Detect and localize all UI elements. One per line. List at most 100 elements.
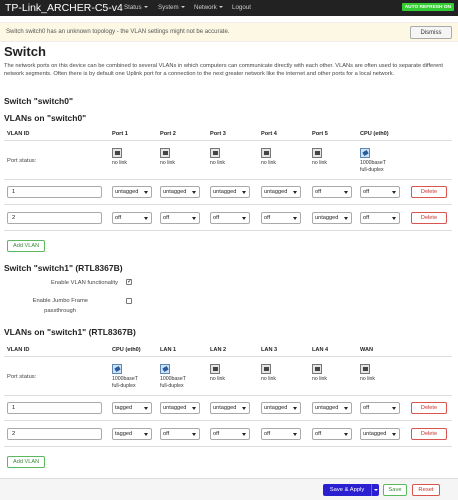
alert-message: Switch switch0 has an unknown topology -… xyxy=(6,29,230,35)
port-status-line1: no link xyxy=(312,160,327,166)
divider xyxy=(4,140,452,141)
port-mode-select[interactable]: untagged xyxy=(261,186,301,198)
port-mode-select[interactable]: untagged xyxy=(312,212,352,224)
switch0-vlans-heading: VLANs on "switch0" xyxy=(4,113,87,123)
port-status-cell: no link xyxy=(312,364,352,383)
menu-system[interactable]: System xyxy=(158,4,185,11)
port-status-line1: 1000baseT xyxy=(112,376,138,382)
divider xyxy=(4,356,452,357)
divider xyxy=(4,204,452,205)
port-mode-select[interactable]: tagged xyxy=(112,428,152,440)
ethernet-port-icon xyxy=(312,364,322,374)
delete-vlan-button[interactable]: Delete xyxy=(411,402,447,414)
reset-button[interactable]: Reset xyxy=(412,484,440,496)
port-status-cell: no link xyxy=(112,148,152,167)
column-header: Port 5 xyxy=(312,131,328,137)
column-header: LAN 3 xyxy=(261,347,278,353)
brand-hostname[interactable]: TP-Link_ARCHER-C5-v4 xyxy=(5,2,123,14)
column-header: LAN 1 xyxy=(160,347,177,353)
column-header: Port 1 xyxy=(112,131,128,137)
vlan-id-input[interactable]: 2 xyxy=(7,212,102,224)
switch1-vlans-heading: VLANs on "switch1" (RTL8367B) xyxy=(4,327,136,337)
ethernet-port-icon xyxy=(210,364,220,374)
switch0-heading: Switch "switch0" xyxy=(4,96,73,106)
menu-status[interactable]: Status xyxy=(124,4,148,11)
menu-status-label: Status xyxy=(124,4,142,11)
page-title: Switch xyxy=(4,44,46,59)
footer-actions: Save & Apply Save Reset xyxy=(0,478,458,500)
port-status-line1: no link xyxy=(210,160,225,166)
save-apply-button[interactable]: Save & Apply xyxy=(323,484,371,496)
port-mode-select[interactable]: off xyxy=(261,212,301,224)
add-vlan-button[interactable]: Add VLAN xyxy=(7,456,46,468)
port-status-line1: no link xyxy=(210,376,225,382)
port-status-line2: full-duplex xyxy=(112,383,136,389)
delete-vlan-button[interactable]: Delete xyxy=(411,186,447,198)
dismiss-button[interactable]: Dismiss xyxy=(410,26,452,39)
port-mode-select[interactable]: untagged xyxy=(160,402,200,414)
port-mode-select[interactable]: untagged xyxy=(112,186,152,198)
port-mode-select[interactable]: tagged xyxy=(112,402,152,414)
column-header: CPU (eth0) xyxy=(360,131,389,137)
jumbo-frame-checkbox[interactable] xyxy=(126,298,132,304)
ethernet-port-icon xyxy=(160,364,170,374)
port-mode-select[interactable]: off xyxy=(210,212,250,224)
column-header: VLAN ID xyxy=(7,347,30,353)
divider xyxy=(4,446,452,447)
port-mode-select[interactable]: off xyxy=(112,212,152,224)
column-header: VLAN ID xyxy=(7,131,30,137)
save-button[interactable]: Save xyxy=(383,484,407,496)
port-mode-select[interactable]: untagged xyxy=(261,402,301,414)
save-apply-dropdown[interactable] xyxy=(371,484,379,496)
delete-vlan-button[interactable]: Delete xyxy=(411,212,447,224)
port-status-cell: no link xyxy=(360,364,400,383)
port-status-line2: full-duplex xyxy=(160,383,184,389)
intro-text: The network ports on this device can be … xyxy=(4,63,444,77)
ethernet-port-icon xyxy=(210,148,220,158)
port-status-line1: no link xyxy=(360,376,375,382)
port-mode-select[interactable]: off xyxy=(160,428,200,440)
port-mode-select[interactable]: off xyxy=(312,428,352,440)
ethernet-port-icon xyxy=(160,148,170,158)
vlan-id-input[interactable]: 1 xyxy=(7,402,102,414)
ethernet-port-icon xyxy=(112,364,122,374)
port-status-cell: 1000baseT full-duplex xyxy=(360,148,400,174)
chevron-down-icon xyxy=(180,6,185,8)
delete-vlan-button[interactable]: Delete xyxy=(411,428,447,440)
port-mode-select[interactable]: off xyxy=(261,428,301,440)
port-mode-select[interactable]: untagged xyxy=(210,186,250,198)
menu-logout[interactable]: Logout xyxy=(232,4,251,11)
port-mode-select[interactable]: off xyxy=(312,186,352,198)
port-status-cell: no link xyxy=(312,148,352,167)
port-mode-select[interactable]: untagged xyxy=(312,402,352,414)
add-vlan-button[interactable]: Add VLAN xyxy=(7,240,46,252)
divider xyxy=(4,395,452,396)
ethernet-port-icon xyxy=(261,148,271,158)
port-mode-select[interactable]: off xyxy=(360,402,400,414)
menu-network[interactable]: Network xyxy=(194,4,223,11)
port-status-label: Port status: xyxy=(7,374,37,380)
jumbo-frame-label: Enable Jumbo Frame xyxy=(32,298,88,304)
port-mode-select[interactable]: off xyxy=(360,212,400,224)
port-mode-select[interactable]: off xyxy=(160,212,200,224)
port-status-line1: no link xyxy=(261,376,276,382)
ethernet-port-icon xyxy=(261,364,271,374)
column-header: LAN 2 xyxy=(210,347,227,353)
port-status-cell: no link xyxy=(261,364,301,383)
port-status-cell: no link xyxy=(160,148,200,167)
port-mode-select[interactable]: untagged xyxy=(210,402,250,414)
menu-system-label: System xyxy=(158,4,179,11)
ethernet-port-icon xyxy=(112,148,122,158)
top-navbar: TP-Link_ARCHER-C5-v4 Status System Netwo… xyxy=(0,0,458,16)
topology-alert: Switch switch0 has an unknown topology -… xyxy=(0,22,458,42)
vlan-id-input[interactable]: 2 xyxy=(7,428,102,440)
column-header: Port 3 xyxy=(210,131,226,137)
auto-refresh-badge[interactable]: AUTO REFRESH ON xyxy=(401,3,454,11)
port-mode-select[interactable]: off xyxy=(210,428,250,440)
vlan-id-input[interactable]: 1 xyxy=(7,186,102,198)
enable-vlan-checkbox[interactable] xyxy=(126,278,132,285)
port-mode-select[interactable]: untagged xyxy=(160,186,200,198)
ethernet-port-icon xyxy=(360,364,370,374)
port-mode-select[interactable]: off xyxy=(360,186,400,198)
port-mode-select[interactable]: untagged xyxy=(360,428,400,440)
